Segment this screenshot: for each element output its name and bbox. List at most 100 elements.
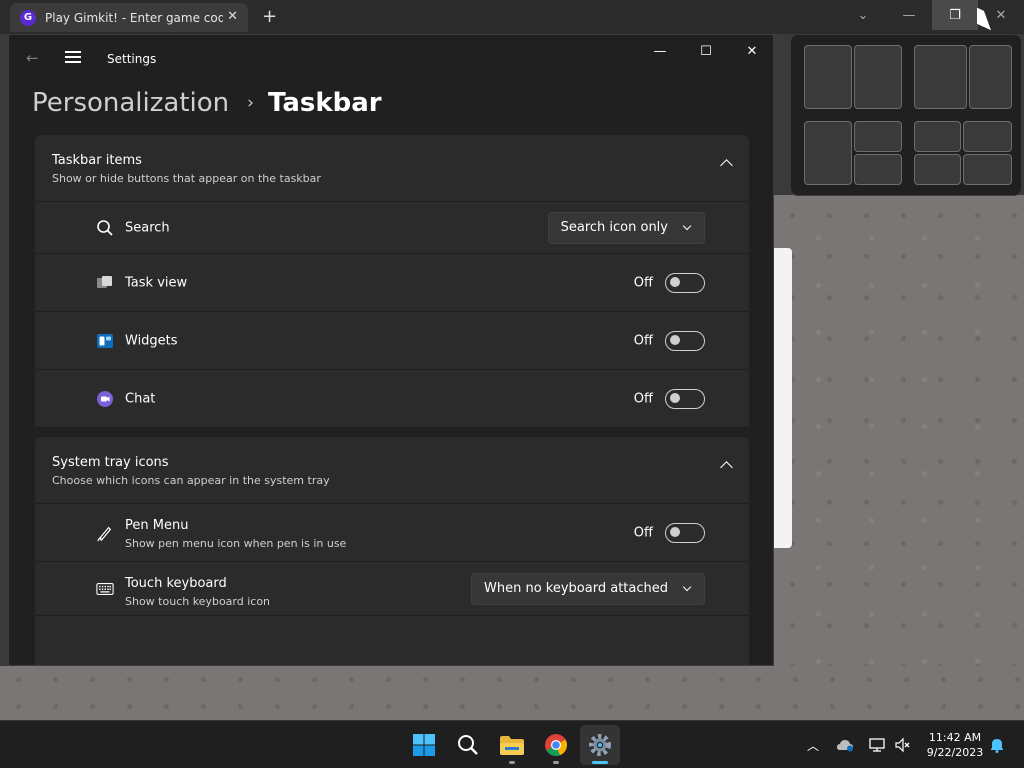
setting-description: Show pen menu icon when pen is in use xyxy=(125,537,347,550)
settings-content: Taskbar items Show or hide buttons that … xyxy=(35,135,749,665)
browser-page-panel xyxy=(774,248,792,548)
snap-zone[interactable] xyxy=(914,45,967,109)
browser-tab[interactable]: G Play Gimkit! - Enter game code h ✕ xyxy=(10,3,248,32)
system-clock[interactable]: 11:42 AM 9/22/2023 xyxy=(920,730,990,760)
minimize-icon[interactable]: — xyxy=(886,0,932,30)
browser-page-background-bottom xyxy=(0,666,1024,720)
group-title: System tray icons xyxy=(52,455,169,470)
keyboard-icon xyxy=(96,580,114,598)
volume-muted-icon[interactable] xyxy=(890,721,916,768)
snap-zone[interactable] xyxy=(854,121,902,152)
pen-menu-toggle[interactable] xyxy=(665,522,705,543)
snap-zone[interactable] xyxy=(914,154,961,185)
plus-icon[interactable]: + xyxy=(262,6,277,27)
hamburger-menu-icon[interactable] xyxy=(65,51,81,63)
onedrive-icon[interactable] xyxy=(832,721,858,768)
windows-logo-icon xyxy=(413,734,435,756)
maximize-icon[interactable]: ☐ xyxy=(683,35,729,67)
toggle-state-label: Off xyxy=(633,333,653,348)
file-explorer-button[interactable] xyxy=(492,725,532,765)
snap-zone[interactable] xyxy=(854,45,902,109)
touch-keyboard-dropdown[interactable]: When no keyboard attached xyxy=(471,572,705,605)
chevron-down-icon xyxy=(682,582,692,591)
setting-label: Search xyxy=(125,220,170,235)
setting-row-search: Search Search icon only xyxy=(35,201,749,253)
chrome-icon xyxy=(545,734,568,757)
system-tray-icons-header[interactable]: System tray icons Choose which icons can… xyxy=(35,437,749,503)
clock-date: 9/22/2023 xyxy=(926,746,984,759)
snap-zone[interactable] xyxy=(804,121,852,185)
back-arrow-icon[interactable]: ← xyxy=(26,49,39,67)
next-settings-row-partial xyxy=(35,615,749,665)
active-indicator xyxy=(592,761,608,764)
snap-zone[interactable] xyxy=(804,45,852,109)
minimize-icon[interactable]: — xyxy=(637,35,683,67)
chevron-down-icon xyxy=(682,221,692,230)
search-icon xyxy=(96,219,114,237)
gimkit-favicon-icon: G xyxy=(20,9,36,26)
clock-time: 11:42 AM xyxy=(928,731,982,744)
gear-icon xyxy=(589,734,611,756)
search-icon xyxy=(458,735,478,755)
setting-row-chat: Chat Off xyxy=(35,369,749,427)
snap-zone[interactable] xyxy=(963,121,1012,152)
widgets-icon xyxy=(96,332,114,350)
chevron-up-icon: ︿ xyxy=(806,738,819,753)
setting-row-touch-keyboard: Touch keyboard Show touch keyboard icon … xyxy=(35,561,749,615)
setting-label: Pen Menu xyxy=(125,518,189,533)
snap-zone[interactable] xyxy=(854,154,902,185)
setting-row-widgets: Widgets Off xyxy=(35,311,749,369)
toggle-state-label: Off xyxy=(633,275,653,290)
browser-page-background xyxy=(774,195,1024,720)
running-indicator xyxy=(553,761,559,764)
group-subtitle: Show or hide buttons that appear on the … xyxy=(52,172,321,185)
chat-toggle[interactable] xyxy=(665,388,705,409)
dropdown-value: Search icon only xyxy=(560,220,668,235)
folder-icon xyxy=(500,736,524,755)
taskbar: ︿ 11:42 AM 9/22/2023 xyxy=(0,720,1024,768)
setting-description: Show touch keyboard icon xyxy=(125,595,271,608)
pen-icon xyxy=(96,524,114,542)
settings-app-button[interactable] xyxy=(580,725,620,765)
title-bar: ← Settings — ☐ ✕ xyxy=(9,35,775,83)
setting-label: Task view xyxy=(125,275,188,290)
group-subtitle: Choose which icons can appear in the sys… xyxy=(52,474,330,487)
running-indicator xyxy=(509,761,515,764)
setting-label: Chat xyxy=(125,391,156,406)
snap-layouts-flyout xyxy=(790,34,1022,196)
task-view-icon xyxy=(96,274,114,292)
restore-icon[interactable]: ❐ xyxy=(932,0,978,30)
taskbar-search-button[interactable] xyxy=(448,725,488,765)
browser-window-controls: ⌄ — ❐ ✕ xyxy=(840,0,1024,30)
show-hidden-icons-button[interactable]: ︿ xyxy=(800,721,826,768)
notification-bell-icon[interactable] xyxy=(986,721,1008,768)
settings-window: ← Settings — ☐ ✕ Personalization › Taskb… xyxy=(8,34,774,666)
setting-label: Widgets xyxy=(125,333,178,348)
chevron-down-icon[interactable]: ⌄ xyxy=(840,0,886,30)
group-title: Taskbar items xyxy=(52,153,142,168)
setting-row-task-view: Task view Off xyxy=(35,253,749,311)
breadcrumb-separator: › xyxy=(247,93,254,113)
breadcrumb: Personalization › Taskbar xyxy=(32,83,382,123)
page-title: Taskbar xyxy=(267,88,382,118)
toggle-state-label: Off xyxy=(633,391,653,406)
breadcrumb-parent[interactable]: Personalization xyxy=(32,88,229,118)
search-mode-dropdown[interactable]: Search icon only xyxy=(547,211,705,244)
network-icon[interactable] xyxy=(864,721,890,768)
chat-icon xyxy=(96,390,114,408)
browser-tab-strip: G Play Gimkit! - Enter game code h ✕ + ⌄… xyxy=(0,0,1024,34)
toggle-state-label: Off xyxy=(633,525,653,540)
tab-close-icon[interactable]: ✕ xyxy=(227,9,238,24)
setting-label: Touch keyboard xyxy=(125,576,227,591)
snap-zone[interactable] xyxy=(963,154,1012,185)
close-icon[interactable]: ✕ xyxy=(729,35,775,67)
snap-zone[interactable] xyxy=(914,121,961,152)
task-view-toggle[interactable] xyxy=(665,272,705,293)
widgets-toggle[interactable] xyxy=(665,330,705,351)
snap-zone[interactable] xyxy=(969,45,1012,109)
app-title: Settings xyxy=(107,52,157,66)
taskbar-items-header[interactable]: Taskbar items Show or hide buttons that … xyxy=(35,135,749,201)
chrome-button[interactable] xyxy=(536,725,576,765)
start-button[interactable] xyxy=(404,725,444,765)
